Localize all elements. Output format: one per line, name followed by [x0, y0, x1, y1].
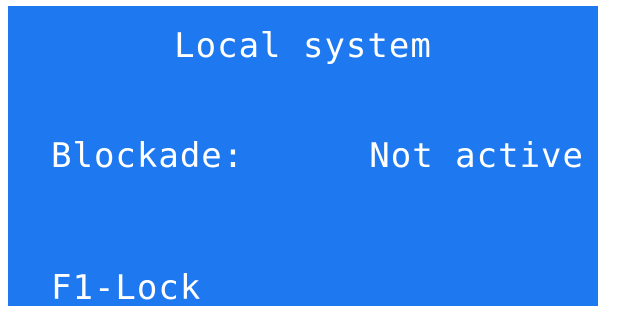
blockade-label: Blockade: — [51, 136, 245, 176]
screen-title: Local system — [174, 26, 432, 66]
blockade-status-value: Not active — [369, 136, 584, 176]
display-frame: Local system Blockade: Not active F1-Loc… — [0, 0, 632, 315]
f1-lock-softkey[interactable]: F1-Lock — [51, 268, 201, 308]
lcd-screen: Local system Blockade: Not active F1-Loc… — [8, 6, 598, 308]
